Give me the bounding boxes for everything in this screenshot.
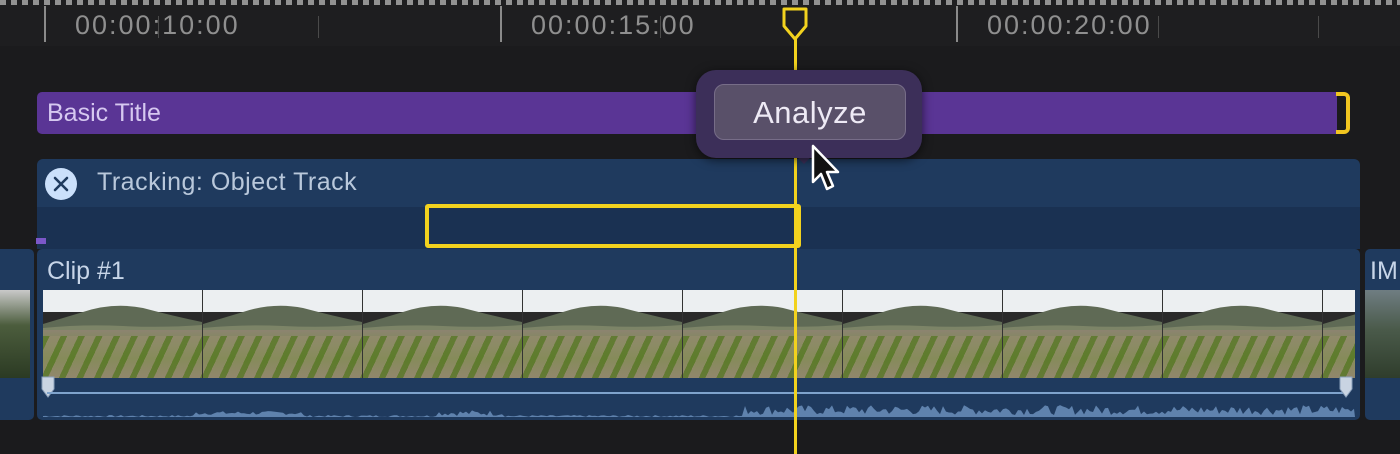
mouse-pointer-icon: [811, 144, 840, 191]
ruler-major-tick: [500, 6, 502, 42]
ruler-major-tick: [44, 6, 46, 42]
audio-waveform: [43, 405, 1355, 417]
title-clip-label: Basic Title: [47, 99, 161, 127]
filmstrip-frame: [363, 290, 523, 378]
filmstrip-frame: [1323, 290, 1355, 378]
filmstrip-frame: [203, 290, 363, 378]
title-connection-marker: [36, 238, 46, 244]
ruler-major-tick: [956, 6, 958, 42]
video-clip[interactable]: Clip #1: [37, 249, 1360, 420]
next-clip[interactable]: IM: [1365, 249, 1400, 420]
close-icon: [53, 176, 69, 192]
filmstrip-frame: [1163, 290, 1323, 378]
waveform-shape: [43, 405, 1355, 417]
ruler-timecode: 00:00:10:00: [75, 10, 240, 40]
tracking-editor: Tracking: Object Track: [37, 159, 1360, 249]
next-clip-thumbnail: [1365, 290, 1400, 378]
previous-clip-thumbnail: [0, 290, 30, 378]
next-clip-label: IM: [1370, 257, 1398, 285]
previous-clip[interactable]: [0, 249, 34, 420]
fade-handle-right[interactable]: [1339, 375, 1353, 399]
title-clip[interactable]: Basic Title: [37, 92, 1337, 134]
title-clip-trim-handle[interactable]: [1336, 92, 1350, 134]
playhead-marker-icon[interactable]: [780, 6, 810, 42]
filmstrip-frame: [843, 290, 1003, 378]
clip-label: Clip #1: [47, 257, 125, 285]
tracking-range-selection[interactable]: [425, 204, 801, 248]
close-tracking-button[interactable]: [45, 168, 77, 200]
audio-volume-line[interactable]: [47, 392, 1349, 394]
ruler-minor-tick: [1158, 16, 1159, 38]
filmstrip-frame: [523, 290, 683, 378]
filmstrip-frame: [43, 290, 203, 378]
ruler-scrub-bar: [0, 0, 1400, 5]
ruler-minor-tick: [318, 16, 319, 38]
timeline-ruler[interactable]: 00:00:10:00 00:00:15:00 00:00:20:00: [0, 0, 1400, 46]
ruler-timecode: 00:00:20:00: [987, 10, 1152, 40]
tracking-title: Tracking: Object Track: [97, 168, 358, 196]
clip-filmstrip: [43, 290, 1355, 378]
ruler-minor-tick: [1318, 16, 1319, 38]
filmstrip-frame: [1003, 290, 1163, 378]
ruler-timecode: 00:00:15:00: [531, 10, 696, 40]
filmstrip-frame: [683, 290, 843, 378]
analyze-popover: Analyze: [696, 70, 922, 158]
analyze-button[interactable]: Analyze: [714, 84, 906, 140]
